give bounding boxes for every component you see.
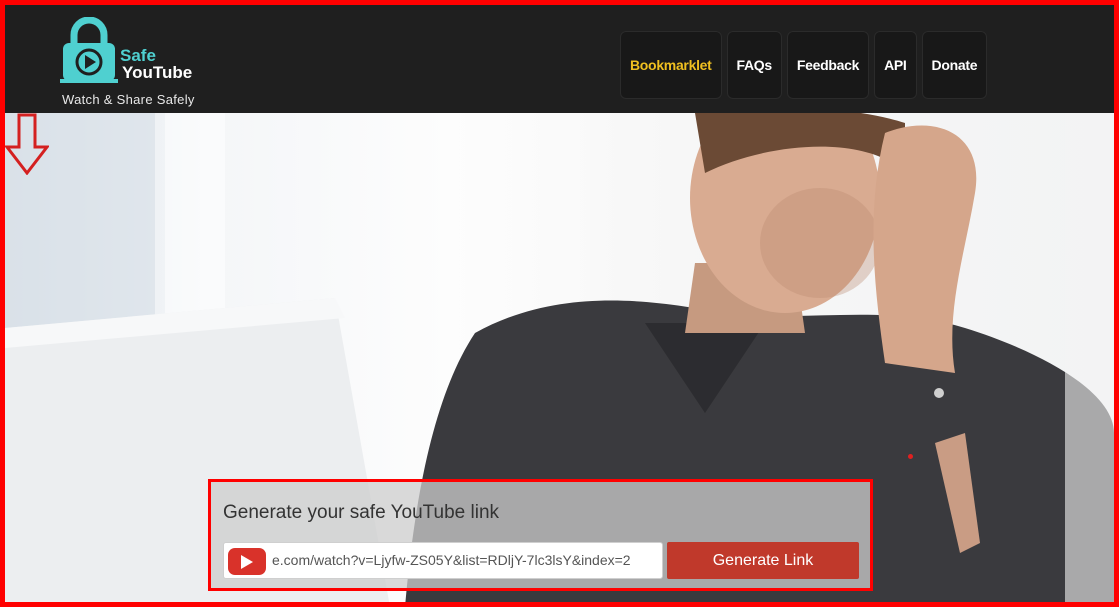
logo-tagline: Watch & Share Safely xyxy=(62,92,195,107)
screenshot-frame: Safe YouTube Watch & Share Safely Bookma… xyxy=(0,0,1119,607)
logo-name-youtube: YouTube xyxy=(122,63,193,82)
nav-feedback[interactable]: Feedback xyxy=(786,31,870,99)
annotation-dot xyxy=(908,454,913,459)
site-logo[interactable]: Safe YouTube Watch & Share Safely xyxy=(60,17,250,109)
nav-api[interactable]: API xyxy=(874,31,917,99)
padlock-play-icon xyxy=(60,17,118,83)
nav-faqs[interactable]: FAQs xyxy=(726,31,782,99)
main-nav: Bookmarklet FAQs Feedback API Donate xyxy=(620,31,988,99)
link-generator-panel: Generate your safe YouTube link e.com/wa… xyxy=(208,479,873,591)
generator-title: Generate your safe YouTube link xyxy=(223,502,500,523)
nav-donate[interactable]: Donate xyxy=(921,31,988,99)
generate-link-button[interactable]: Generate Link xyxy=(667,542,859,579)
down-arrow-icon xyxy=(5,113,49,175)
nav-bookmarklet[interactable]: Bookmarklet xyxy=(620,31,722,99)
youtube-play-icon xyxy=(228,548,266,575)
url-field[interactable]: e.com/watch?v=Ljyfw-ZS05Y&list=RDljY-7lc… xyxy=(223,542,663,579)
top-navbar: Safe YouTube Watch & Share Safely Bookma… xyxy=(5,5,1114,113)
url-input[interactable]: e.com/watch?v=Ljyfw-ZS05Y&list=RDljY-7lc… xyxy=(272,543,660,578)
